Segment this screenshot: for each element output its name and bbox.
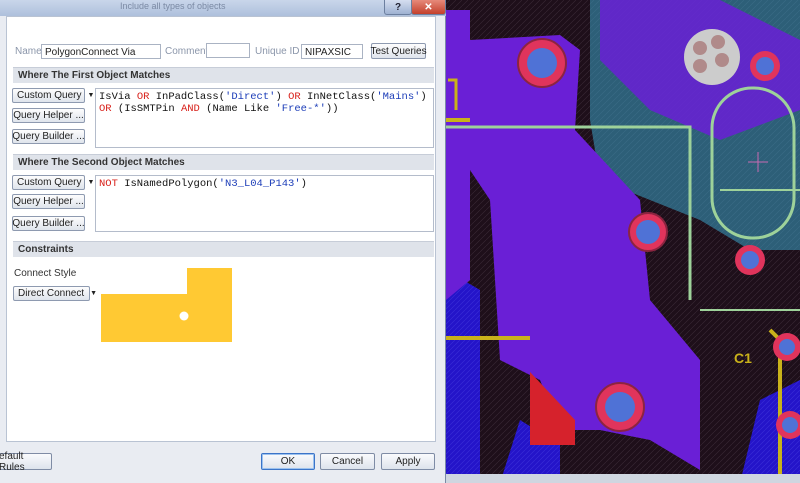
query-token: AND	[180, 103, 200, 115]
via[interactable]	[750, 51, 780, 81]
rule-panel: Name PolygonConnect Via Comment Unique I…	[6, 16, 436, 442]
query-token: 'Mains'	[376, 91, 421, 103]
second-query-mode-label: Custom Query	[17, 177, 82, 188]
comment-label: Comment	[165, 46, 209, 57]
unique-id-label: Unique ID	[255, 46, 300, 57]
first-query-mode-dropdown[interactable]: Custom Query ▼	[12, 88, 94, 103]
first-query-builder-button[interactable]: Query Builder ...	[12, 129, 85, 144]
status-strip	[446, 474, 800, 483]
query-token: IsVia	[99, 91, 137, 103]
query-token: )	[275, 91, 289, 103]
component-pad-cluster	[684, 29, 740, 85]
polygon-pour	[446, 10, 470, 300]
second-object-header: Where The Second Object Matches	[13, 154, 434, 170]
designator-label: C1	[734, 350, 752, 366]
query-token: 'Free-*'	[275, 103, 326, 115]
query-token: IsNamedPolygon(	[117, 178, 219, 190]
query-token: )	[300, 178, 307, 190]
via[interactable]	[595, 382, 645, 432]
query-token: InPadClass(	[149, 91, 226, 103]
query-token: OR	[99, 103, 112, 115]
rule-name-field[interactable]: PolygonConnect Via	[41, 44, 161, 59]
direct-connect-copper	[101, 268, 232, 342]
first-query-helper-button[interactable]: Query Helper ...	[12, 108, 85, 123]
chevron-down-icon: ▼	[87, 92, 95, 99]
first-query-editor[interactable]: IsVia OR InPadClass('Direct') OR InNetCl…	[95, 88, 434, 148]
query-token: OR	[288, 91, 301, 103]
query-token: ))	[325, 103, 339, 115]
query-token: NOT	[99, 178, 118, 190]
chevron-down-icon: ▼	[87, 179, 95, 186]
second-query-mode-dropdown[interactable]: Custom Query ▼	[12, 175, 94, 190]
query-token: InNetClass(	[300, 91, 377, 103]
apply-button[interactable]: Apply	[381, 453, 435, 470]
dialog-titlebar: Include all types of objects ? ✕	[0, 0, 446, 16]
query-token: OR	[136, 91, 150, 103]
query-token: )	[420, 91, 427, 103]
default-rules-button[interactable]: efault Rules	[0, 451, 52, 473]
second-query-editor[interactable]: NOT IsNamedPolygon('N3_L04_P143')	[95, 175, 434, 232]
help-button[interactable]: ?	[384, 0, 412, 15]
ok-button[interactable]: OK	[261, 453, 315, 470]
via[interactable]	[628, 212, 668, 252]
via[interactable]	[735, 245, 765, 275]
connect-style-dropdown[interactable]: Direct Connect ▼	[13, 286, 97, 301]
query-token: (Name Like	[199, 103, 276, 115]
rule-editor-dialog: Include all types of objects ? ✕ Name Po…	[0, 0, 446, 483]
background-window-text: Include all types of objects	[120, 1, 226, 11]
connect-style-label: Connect Style	[14, 268, 77, 279]
test-queries-button[interactable]: Test Queries	[370, 43, 427, 59]
cancel-button[interactable]: Cancel	[320, 453, 375, 470]
first-query-mode-label: Custom Query	[17, 90, 82, 101]
unique-id-field[interactable]: NIPAXSIC	[301, 44, 363, 59]
via[interactable]	[517, 38, 567, 88]
query-token: (IsSMTPin	[117, 103, 181, 115]
close-button[interactable]: ✕	[411, 0, 446, 15]
query-token: 'N3_L04_P143'	[218, 178, 301, 190]
constraints-header: Constraints	[13, 241, 434, 257]
bottom-layer-copper	[446, 270, 480, 483]
chevron-down-icon: ▼	[90, 290, 98, 297]
query-token: 'Direct'	[225, 91, 276, 103]
connect-style-value: Direct Connect	[18, 288, 85, 299]
second-query-builder-button[interactable]: Query Builder ...	[12, 216, 85, 231]
second-query-helper-button[interactable]: Query Helper ...	[12, 194, 85, 209]
via-hole-icon	[179, 311, 189, 321]
first-object-header: Where The First Object Matches	[13, 67, 434, 83]
via[interactable]	[773, 333, 800, 361]
connect-style-preview	[101, 268, 232, 342]
comment-field[interactable]	[206, 43, 250, 58]
name-label: Name	[15, 46, 42, 57]
